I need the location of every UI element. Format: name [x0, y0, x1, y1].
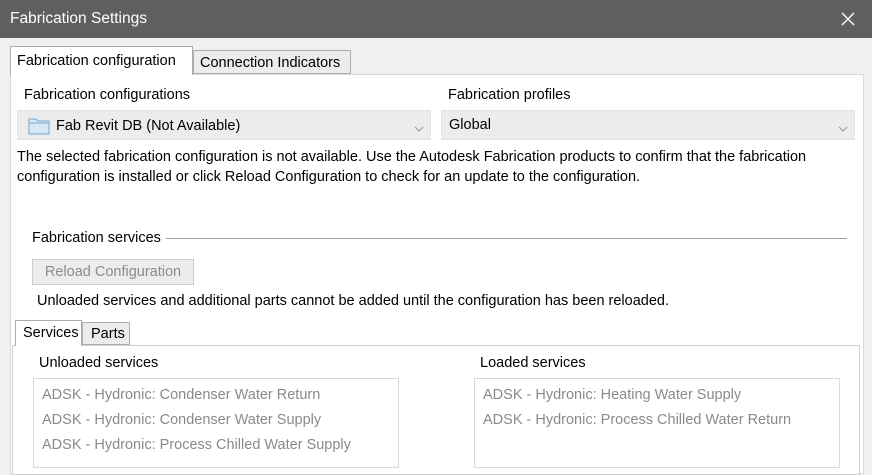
loaded-services-label: Loaded services — [480, 355, 586, 371]
configuration-value: Fab Revit DB (Not Available) — [56, 118, 241, 134]
tab-label: Services — [23, 325, 79, 341]
list-item[interactable]: ADSK - Hydronic: Process Chilled Water R… — [483, 412, 791, 428]
folder-icon — [28, 117, 50, 139]
unloaded-services-label: Unloaded services — [39, 355, 159, 371]
list-item[interactable]: ADSK - Hydronic: Heating Water Supply — [483, 387, 741, 403]
tab-label: Connection Indicators — [200, 55, 341, 71]
window-title: Fabrication Settings — [10, 10, 147, 27]
reload-note: Unloaded services and additional parts c… — [37, 293, 670, 309]
profile-value: Global — [449, 117, 491, 133]
reload-configuration-button[interactable]: Reload Configuration — [32, 259, 194, 285]
title-bar: Fabrication Settings — [0, 0, 872, 38]
tab-parts[interactable]: Parts — [82, 322, 130, 345]
chevron-down-icon — [838, 121, 848, 137]
tab-services[interactable]: Services — [15, 320, 82, 346]
fabrication-profile-dropdown[interactable]: Global — [441, 110, 855, 140]
tab-connection-indicators[interactable]: Connection Indicators — [193, 50, 351, 74]
tab-label: Parts — [91, 326, 125, 342]
fabrication-services-title: Fabrication services — [32, 230, 161, 246]
list-item[interactable]: ADSK - Hydronic: Condenser Water Return — [42, 387, 320, 403]
fabrication-profiles-label: Fabrication profiles — [448, 87, 571, 103]
chevron-down-icon — [414, 121, 424, 137]
close-icon[interactable] — [824, 0, 872, 38]
tab-fabrication-configuration[interactable]: Fabrication configuration — [10, 46, 193, 75]
unloaded-services-list[interactable]: ADSK - Hydronic: Condenser Water Return … — [33, 378, 399, 468]
list-item[interactable]: ADSK - Hydronic: Process Chilled Water S… — [42, 437, 351, 453]
configuration-message-line1: The selected fabrication configuration i… — [17, 149, 807, 165]
fabrication-configuration-dropdown[interactable]: Fab Revit DB (Not Available) — [17, 110, 431, 140]
section-divider — [166, 238, 847, 239]
list-item[interactable]: ADSK - Hydronic: Condenser Water Supply — [42, 412, 321, 428]
reload-configuration-label: Reload Configuration — [44, 264, 182, 280]
configuration-message-line2: configuration is installed or click Relo… — [17, 169, 641, 185]
fabrication-configurations-label: Fabrication configurations — [24, 87, 191, 103]
tab-label: Fabrication configuration — [17, 53, 176, 69]
loaded-services-list[interactable]: ADSK - Hydronic: Heating Water Supply AD… — [474, 378, 840, 468]
